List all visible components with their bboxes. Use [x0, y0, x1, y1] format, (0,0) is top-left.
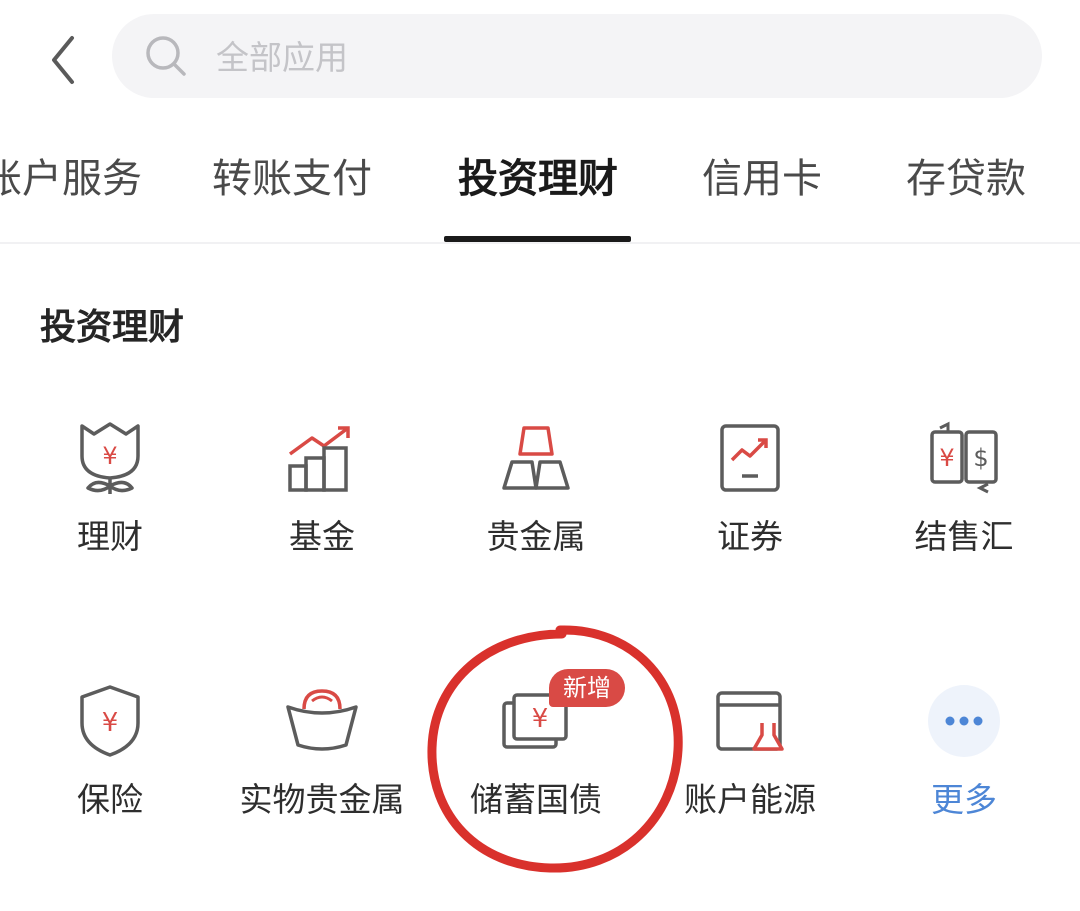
- insurance-shield-icon: ¥: [80, 685, 140, 757]
- app-currency-exchange[interactable]: ¥ $ 结售汇: [864, 420, 1064, 590]
- app-more[interactable]: 更多: [864, 683, 1064, 853]
- app-insurance[interactable]: ¥ 保险: [10, 683, 210, 853]
- tab-transfer-payment[interactable]: 转账支付: [212, 120, 372, 240]
- app-label: 实物贵金属: [239, 780, 405, 819]
- svg-text:¥: ¥: [102, 708, 119, 738]
- app-label: 证券: [717, 517, 783, 556]
- search-icon: [146, 36, 186, 76]
- back-button[interactable]: [40, 30, 90, 90]
- more-icon: [928, 685, 1000, 757]
- app-label: 贵金属: [486, 517, 586, 556]
- chevron-left-icon: [52, 36, 74, 84]
- app-securities[interactable]: 证券: [650, 420, 850, 590]
- app-label: 保险: [77, 780, 143, 819]
- app-label: 基金: [289, 517, 355, 556]
- app-label: 更多: [931, 780, 997, 819]
- svg-text:¥: ¥: [939, 444, 954, 472]
- tab-investment[interactable]: 投资理财: [458, 120, 618, 240]
- tab-credit-card[interactable]: 信用卡: [702, 120, 822, 240]
- app-label: 结售汇: [914, 517, 1014, 556]
- svg-text:¥: ¥: [102, 442, 117, 470]
- app-precious-metals[interactable]: 贵金属: [436, 420, 636, 590]
- fund-chart-icon: [288, 426, 350, 492]
- search-input[interactable]: [214, 14, 998, 100]
- tab-account-services[interactable]: 账户服务: [0, 120, 142, 240]
- section-title: 投资理财: [40, 307, 185, 348]
- currency-exchange-icon: ¥ $: [930, 421, 998, 494]
- app-wealth-management[interactable]: ¥ 理财: [10, 420, 210, 590]
- tab-deposit-loan[interactable]: 存贷款: [906, 120, 1026, 240]
- app-fund[interactable]: 基金: [222, 420, 422, 590]
- category-tabs: 账户服务 转账支付 投资理财 信用卡 存贷款: [0, 120, 1080, 244]
- active-tab-indicator: [444, 236, 631, 242]
- gold-ingot-icon: [286, 689, 358, 751]
- highlight-circle: [427, 625, 683, 873]
- search-bar[interactable]: [112, 14, 1042, 100]
- account-energy-icon: [716, 691, 784, 751]
- app-physical-precious-metals[interactable]: 实物贵金属: [222, 683, 422, 853]
- svg-text:$: $: [973, 444, 988, 472]
- securities-icon: [720, 424, 780, 492]
- app-label: 理财: [77, 517, 143, 556]
- wealth-flower-icon: ¥: [80, 422, 140, 494]
- gold-bars-icon: [502, 426, 570, 490]
